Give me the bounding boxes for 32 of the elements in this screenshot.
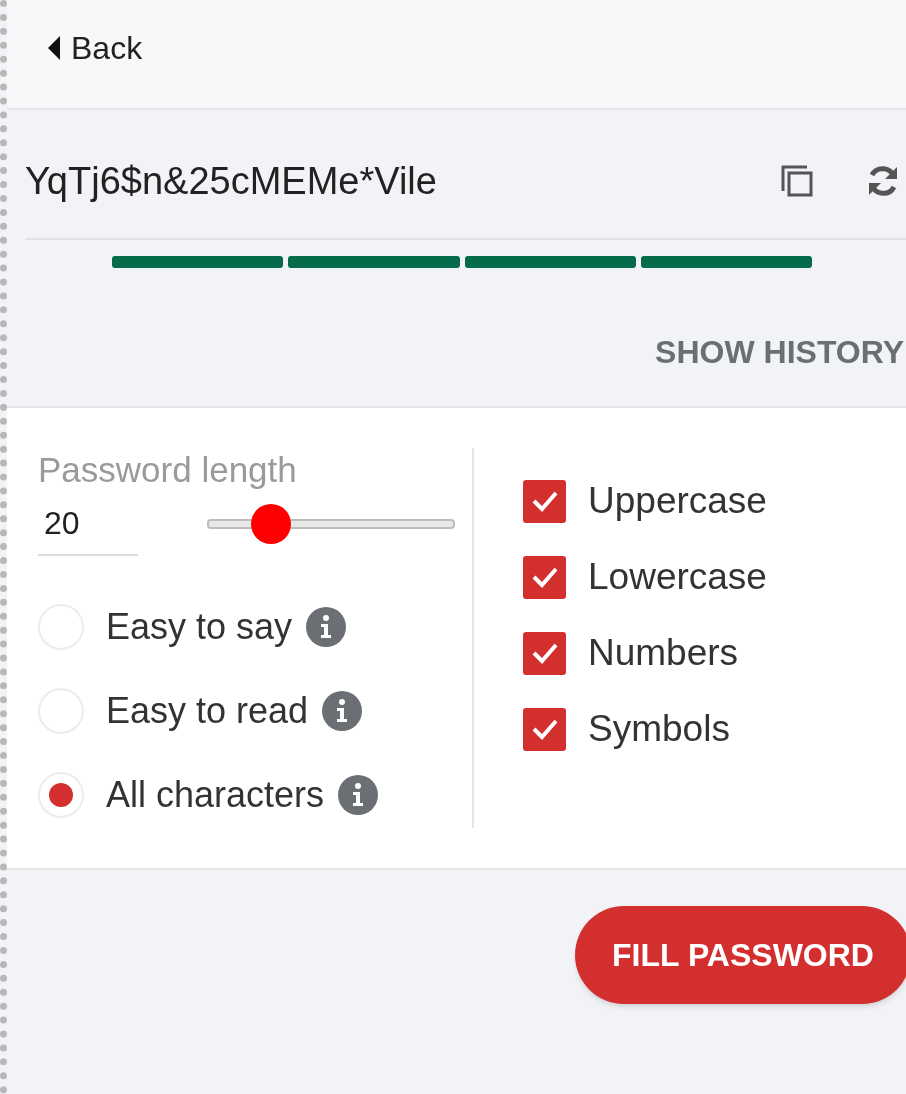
info-icon[interactable] xyxy=(306,607,347,647)
checkbox[interactable] xyxy=(523,479,566,523)
info-icon[interactable] xyxy=(338,775,379,815)
radio-label[interactable]: Easy to say xyxy=(106,600,293,654)
show-history-button[interactable]: SHOW HISTORY xyxy=(655,328,904,376)
fill-password-button[interactable]: FILL PASSWORD xyxy=(575,906,906,1004)
caret-left-icon xyxy=(47,35,61,61)
check-icon xyxy=(530,490,559,512)
checkbox-label[interactable]: Uppercase xyxy=(588,473,767,529)
check-icon xyxy=(530,642,559,664)
check-icon xyxy=(530,718,559,740)
checkbox-label[interactable]: Symbols xyxy=(588,701,730,757)
check-icon xyxy=(530,566,559,588)
field-label: Password length xyxy=(38,449,298,491)
refresh-icon xyxy=(866,164,900,198)
checkbox[interactable] xyxy=(523,555,566,599)
refresh-button[interactable] xyxy=(866,164,900,198)
slider-thumb[interactable] xyxy=(251,504,292,544)
checkbox-label[interactable]: Numbers xyxy=(588,625,739,681)
length-field[interactable]: 20 xyxy=(38,492,138,556)
info-icon[interactable] xyxy=(322,691,363,731)
password-text: YqTj6$n&25cMEMe*Vile xyxy=(25,158,438,204)
copy-icon xyxy=(780,164,814,198)
copy-button[interactable] xyxy=(780,164,814,198)
radio-button[interactable] xyxy=(38,772,84,818)
checkbox[interactable] xyxy=(523,707,566,751)
radio-label[interactable]: All characters xyxy=(106,768,325,822)
checkbox[interactable] xyxy=(523,631,566,675)
length-slider[interactable] xyxy=(207,504,455,544)
radio-label[interactable]: Easy to read xyxy=(106,684,309,738)
checkbox-label[interactable]: Lowercase xyxy=(588,549,767,605)
back-button[interactable]: Back xyxy=(47,24,143,72)
